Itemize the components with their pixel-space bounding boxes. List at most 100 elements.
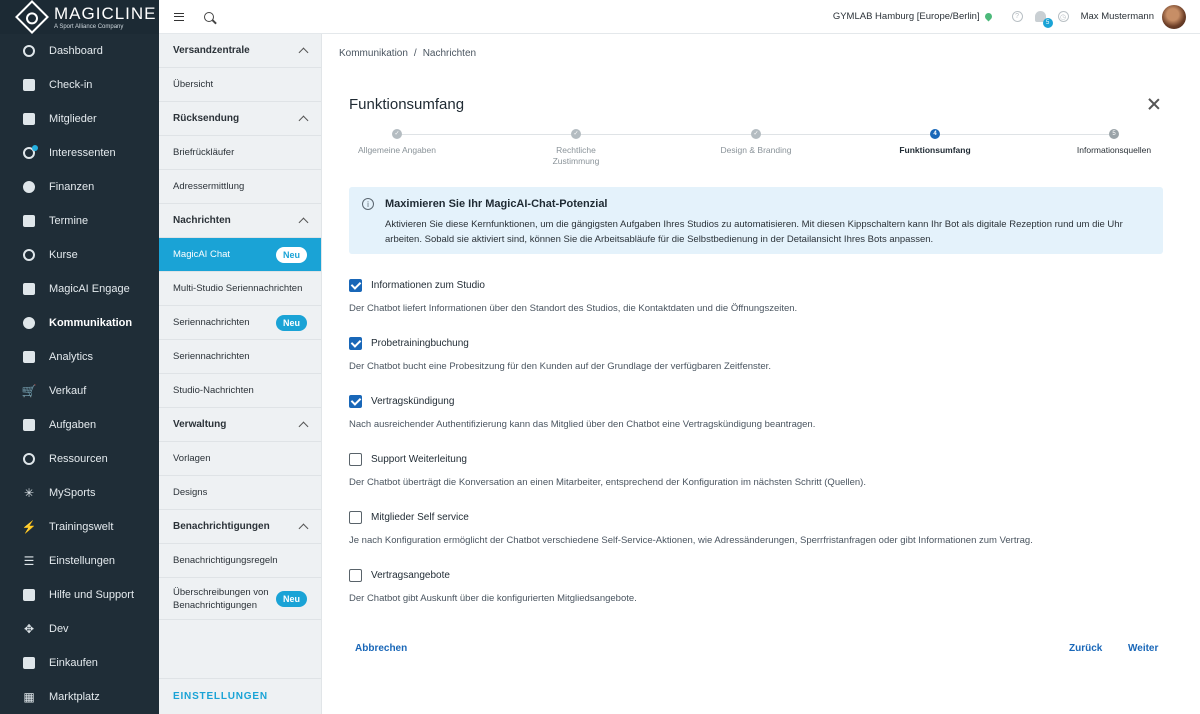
subnav-item-label-line2: Benachrichtigungen [173,599,257,611]
sidebar-item-mysports[interactable]: ✳ MySports [0,476,159,510]
new-badge: Neu [275,246,307,263]
user-name[interactable]: Max Mustermann [1081,11,1154,22]
subnav-item-label: Adressermittlung [173,181,245,192]
shopping-icon [22,656,36,670]
magicline-logo-icon [15,0,49,34]
section-header-verwaltung[interactable]: Verwaltung [159,408,321,442]
brand-text: MAGICLINE A Sport Alliance Company [54,5,157,30]
help-circle-icon[interactable]: ? [1011,11,1023,22]
sidebar-item-verkauf[interactable]: 🛒 Verkauf [0,374,159,408]
clock-icon[interactable]: ◷ [1057,11,1069,22]
feature-description: Der Chatbot liefert Informationen über d… [349,303,798,314]
breadcrumb-kommunikation[interactable]: Kommunikation [339,48,408,59]
subnav-item-label: Studio-Nachrichten [173,385,254,396]
sidebar-item-interessenten[interactable]: Interessenten [0,136,159,170]
subnav-item-label: Seriennachrichten [173,317,250,328]
sidebar-item-einkaufen[interactable]: Einkaufen [0,646,159,680]
breadcrumb-nachrichten[interactable]: Nachrichten [423,48,476,59]
sidebar-item-finanzen[interactable]: Finanzen [0,170,159,204]
feature-checkbox-row[interactable]: Informationen zum Studio [349,279,1149,292]
sidebar-item-label: Kurse [49,249,78,261]
subnav-item-uebersicht[interactable]: Übersicht [159,68,321,102]
secondary-sidebar: Versandzentrale Übersicht Rücksendung Br… [159,34,322,714]
step-number-badge: 4 [930,129,940,139]
section-header-benachrichtigungen[interactable]: Benachrichtigungen [159,510,321,544]
sidebar-item-aufgaben[interactable]: Aufgaben [0,408,159,442]
training-icon: ⚡ [21,520,37,534]
sidebar-item-termine[interactable]: Termine [0,204,159,238]
subnav-item-studio-nachrichten[interactable]: Studio-Nachrichten [159,374,321,408]
subnav-item-vorlagen[interactable]: Vorlagen [159,442,321,476]
subnav-item-seriennachrichten-neu[interactable]: Seriennachrichten Neu [159,306,321,340]
step-informationsquellen[interactable]: 5 Informationsquellen [1054,128,1174,156]
subnav-item-designs[interactable]: Designs [159,476,321,510]
sidebar-item-analytics[interactable]: Analytics [0,340,159,374]
chevron-up-icon [298,523,309,533]
checkbox-checked[interactable] [349,279,362,292]
sidebar-item-kurse[interactable]: Kurse [0,238,159,272]
subnav-item-adressermittlung[interactable]: Adressermittlung [159,170,321,204]
next-button[interactable]: Weiter [1128,643,1158,654]
sidebar-item-magicai-engage[interactable]: MagicAI Engage [0,272,159,306]
feature-checkbox-row[interactable]: Vertragskündigung [349,395,1149,408]
studio-selector[interactable]: GYMLAB Hamburg [Europe/Berlin] [833,11,980,22]
feature-label: Support Weiterleitung [371,454,467,465]
close-icon[interactable] [1148,98,1160,110]
section-header-nachrichten[interactable]: Nachrichten [159,204,321,238]
marketplace-icon: ▦ [23,690,35,704]
menu-toggle-icon[interactable] [174,12,184,21]
sidebar-item-label: Interessenten [49,147,116,159]
feature-checkbox-row[interactable]: Support Weiterleitung [349,453,1149,466]
settings-link[interactable]: EINSTELLUNGEN [159,678,321,714]
sidebar-item-kommunikation[interactable]: Kommunikation [0,306,159,340]
sidebar-item-dev[interactable]: ✥ Dev [0,612,159,646]
feature-checkbox-row[interactable]: Mitglieder Self service [349,511,1149,524]
subnav-item-multi-studio[interactable]: Multi-Studio Seriennachrichten [159,272,321,306]
step-label: Rechtliche Zustimmung [552,145,600,166]
sidebar-item-checkin[interactable]: Check-in [0,68,159,102]
step-funktionsumfang[interactable]: 4 Funktionsumfang [875,128,995,156]
sidebar-item-dashboard[interactable]: Dashboard [0,34,159,68]
subnav-item-seriennachrichten[interactable]: Seriennachrichten [159,340,321,374]
step-rechtliche-zustimmung[interactable]: ✓ Rechtliche Zustimmung [541,128,611,167]
settings-icon: ☰ [23,554,35,568]
avatar[interactable] [1162,4,1186,29]
sidebar-item-marktplatz[interactable]: ▦ Marktplatz [0,680,159,714]
subnav-item-ueberschreibungen[interactable]: Überschreibungen von Benachrichtigungen Ne… [159,578,321,620]
checkbox-unchecked[interactable] [349,511,362,524]
search-icon[interactable] [204,11,214,22]
subnav-item-benachrichtigungsregeln[interactable]: Benachrichtigungsregeln [159,544,321,578]
section-header-ruecksendung[interactable]: Rücksendung [159,102,321,136]
cancel-button[interactable]: Abbrechen [355,643,407,654]
checkbox-checked[interactable] [349,337,362,350]
checkbox-unchecked[interactable] [349,569,362,582]
step-design-branding[interactable]: ✓ Design & Branding [696,128,816,156]
brand-logo[interactable]: MAGICLINE A Sport Alliance Company [0,0,159,34]
sidebar-item-mitglieder[interactable]: Mitglieder [0,102,159,136]
sidebar-item-label: Marktplatz [49,691,100,703]
sidebar-item-einstellungen[interactable]: ☰ Einstellungen [0,544,159,578]
checkbox-unchecked[interactable] [349,453,362,466]
feature-label: Vertragsangebote [371,570,450,581]
subnav-item-magicai-chat[interactable]: MagicAI Chat Neu [159,238,321,272]
chat-icon [22,316,36,330]
sidebar-item-label: Einstellungen [49,555,116,567]
feature-description: Nach ausreichender Authentifizierung kan… [349,419,816,430]
subnav-item-label: Überschreibungen von Benachrichtigungen [173,586,269,612]
section-title: Nachrichten [173,215,231,226]
notifications-icon[interactable]: 5 [1034,11,1053,28]
subnav-item-label: Vorlagen [173,453,211,464]
feature-checkbox-row[interactable]: Vertragsangebote [349,569,1149,582]
checkbox-checked[interactable] [349,395,362,408]
sidebar-item-trainingswelt[interactable]: ⚡ Trainingswelt [0,510,159,544]
sidebar-item-hilfe[interactable]: Hilfe und Support [0,578,159,612]
step-allgemeine-angaben[interactable]: ✓ Allgemeine Angaben [337,128,457,156]
info-icon: i [362,198,374,210]
sidebar-item-ressourcen[interactable]: Ressourcen [0,442,159,476]
sidebar-item-label: MySports [49,487,96,499]
section-header-versandzentrale[interactable]: Versandzentrale [159,34,321,68]
subnav-item-briefruecklaeufer[interactable]: Briefrückläufer [159,136,321,170]
back-button[interactable]: Zurück [1069,643,1102,654]
section-title: Versandzentrale [173,45,250,56]
feature-checkbox-row[interactable]: Probetrainingbuchung [349,337,1149,350]
